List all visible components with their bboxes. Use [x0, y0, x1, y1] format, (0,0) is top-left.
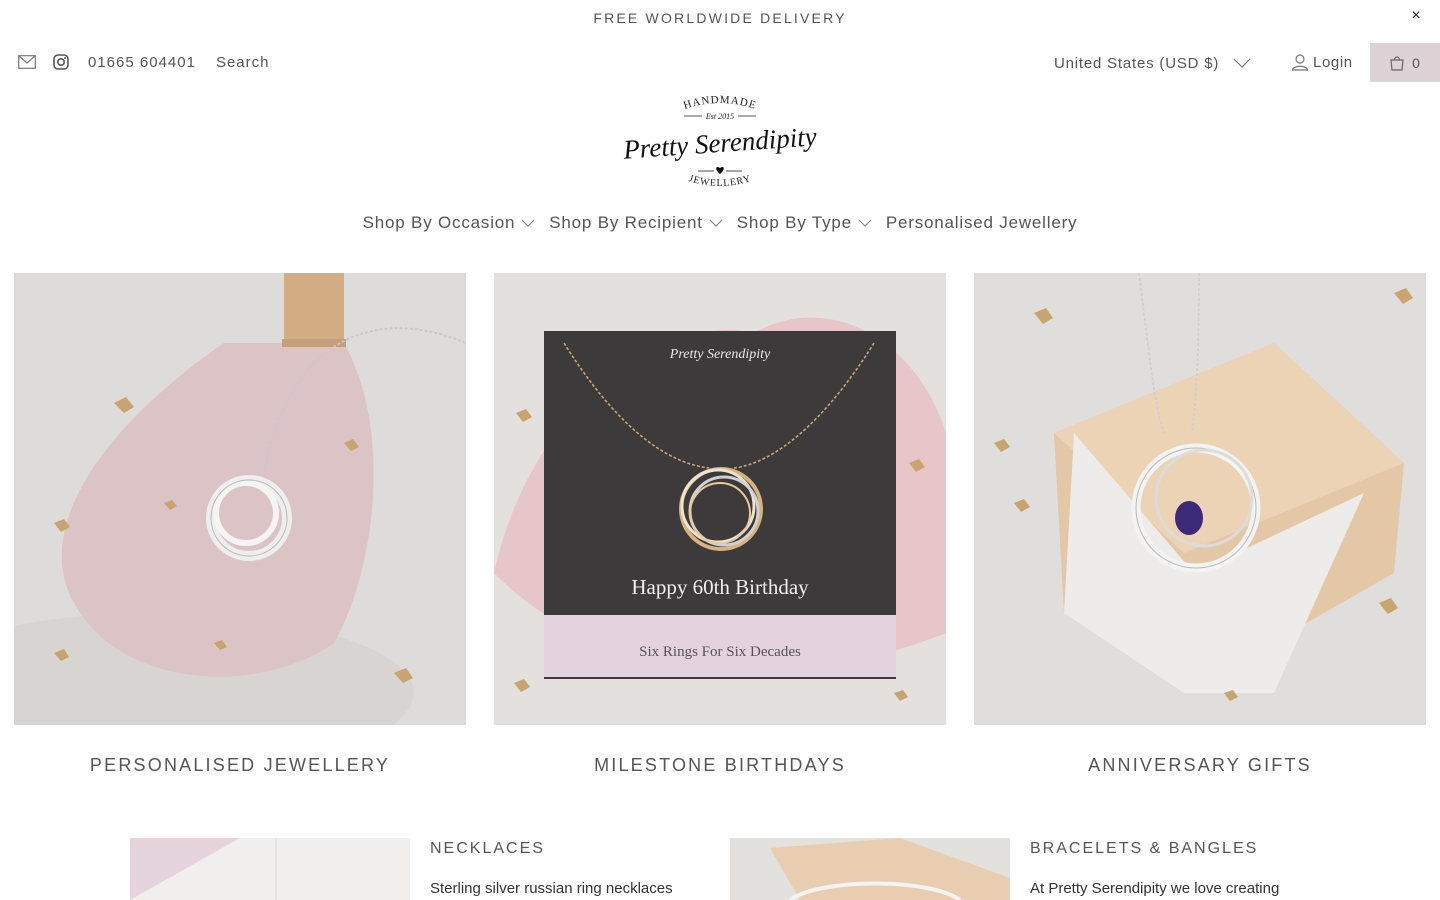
anniversary-gifts-image: [974, 273, 1426, 725]
chevron-down-icon: [1233, 58, 1251, 68]
necklaces-title[interactable]: NECKLACES: [430, 840, 545, 858]
cart-count: 0: [1412, 54, 1420, 71]
header-utility-left: 01665 604401 Search: [16, 50, 269, 74]
necklaces-description: Sterling silver russian ring necklaces: [430, 880, 673, 897]
milestone-birthdays-image: Pretty Serendipity Happy 60th Birthday S…: [494, 273, 946, 725]
nav-item-label: Shop By Recipient: [549, 213, 703, 232]
bracelets-description: At Pretty Serendipity we love creating: [1030, 880, 1280, 897]
currency-label: United States (USD $): [1054, 54, 1220, 72]
logo-bottom-text: JEWELLERY: [687, 173, 751, 189]
currency-selector[interactable]: United States (USD $): [1054, 52, 1251, 74]
user-icon: [1291, 54, 1309, 71]
bracelets-thumbnail[interactable]: [730, 838, 1010, 900]
logo-top-text: HANDMADE: [682, 94, 757, 112]
nav-item-label: Personalised Jewellery: [885, 213, 1078, 232]
tile-label-personalised-jewellery[interactable]: PERSONALISED JEWELLERY: [14, 755, 466, 776]
necklaces-thumbnail[interactable]: [130, 838, 410, 900]
nav-item-label: Shop By Type: [736, 213, 852, 232]
category-tile-personalised-jewellery[interactable]: [14, 273, 466, 725]
login-link[interactable]: Login: [1291, 51, 1353, 73]
personalised-jewellery-image: [14, 273, 466, 725]
category-tile-milestone-birthdays[interactable]: Pretty Serendipity Happy 60th Birthday S…: [494, 273, 946, 725]
logo-est-text: Est 2015: [705, 112, 734, 121]
mail-icon[interactable]: [16, 51, 38, 73]
login-label: Login: [1313, 53, 1353, 71]
chevron-down-icon: [709, 219, 723, 227]
card-sub-text: Six Rings For Six Decades: [639, 644, 801, 660]
nav-shop-by-occasion[interactable]: Shop By Occasion: [363, 213, 536, 233]
logo-brand: Pretty Serendipity: [621, 121, 817, 165]
nav-personalised-jewellery[interactable]: Personalised Jewellery: [886, 213, 1077, 233]
close-icon[interactable]: ×: [1404, 4, 1428, 28]
chevron-down-icon: [858, 219, 872, 227]
bracelets-image: [730, 838, 1010, 900]
cart-button[interactable]: 0: [1370, 43, 1440, 82]
nav-item-label: Shop By Occasion: [362, 213, 516, 232]
svg-text:HANDMADE: HANDMADE: [682, 94, 758, 112]
announcement-bar: FREE WORLDWIDE DELIVERY ×: [0, 0, 1440, 36]
svg-text:Pretty Serendipity: Pretty Serendipity: [669, 347, 771, 362]
necklaces-image: [130, 838, 410, 900]
bag-icon: [1390, 55, 1404, 71]
instagram-icon[interactable]: [50, 51, 72, 73]
bracelets-title[interactable]: BRACELETS & BANGLES: [1030, 840, 1258, 858]
chevron-down-icon: [521, 219, 535, 227]
card-main-text: Happy 60th Birthday: [631, 575, 809, 599]
nav-shop-by-type[interactable]: Shop By Type: [737, 213, 872, 233]
category-tile-anniversary-gifts[interactable]: [974, 273, 1426, 725]
svg-text:JEWELLERY: JEWELLERY: [687, 173, 752, 189]
phone-number[interactable]: 01665 604401: [88, 54, 196, 71]
site-logo[interactable]: HANDMADE Est 2015 Pretty Serendipity JEW…: [620, 92, 820, 194]
announcement-text: FREE WORLDWIDE DELIVERY: [593, 10, 847, 26]
nav-shop-by-recipient[interactable]: Shop By Recipient: [549, 213, 723, 233]
main-nav: Shop By Occasion Shop By Recipient Shop …: [0, 208, 1440, 238]
tile-label-milestone-birthdays[interactable]: MILESTONE BIRTHDAYS: [494, 755, 946, 776]
tile-label-anniversary-gifts[interactable]: ANNIVERSARY GIFTS: [974, 755, 1426, 776]
search-link[interactable]: Search: [216, 54, 270, 71]
